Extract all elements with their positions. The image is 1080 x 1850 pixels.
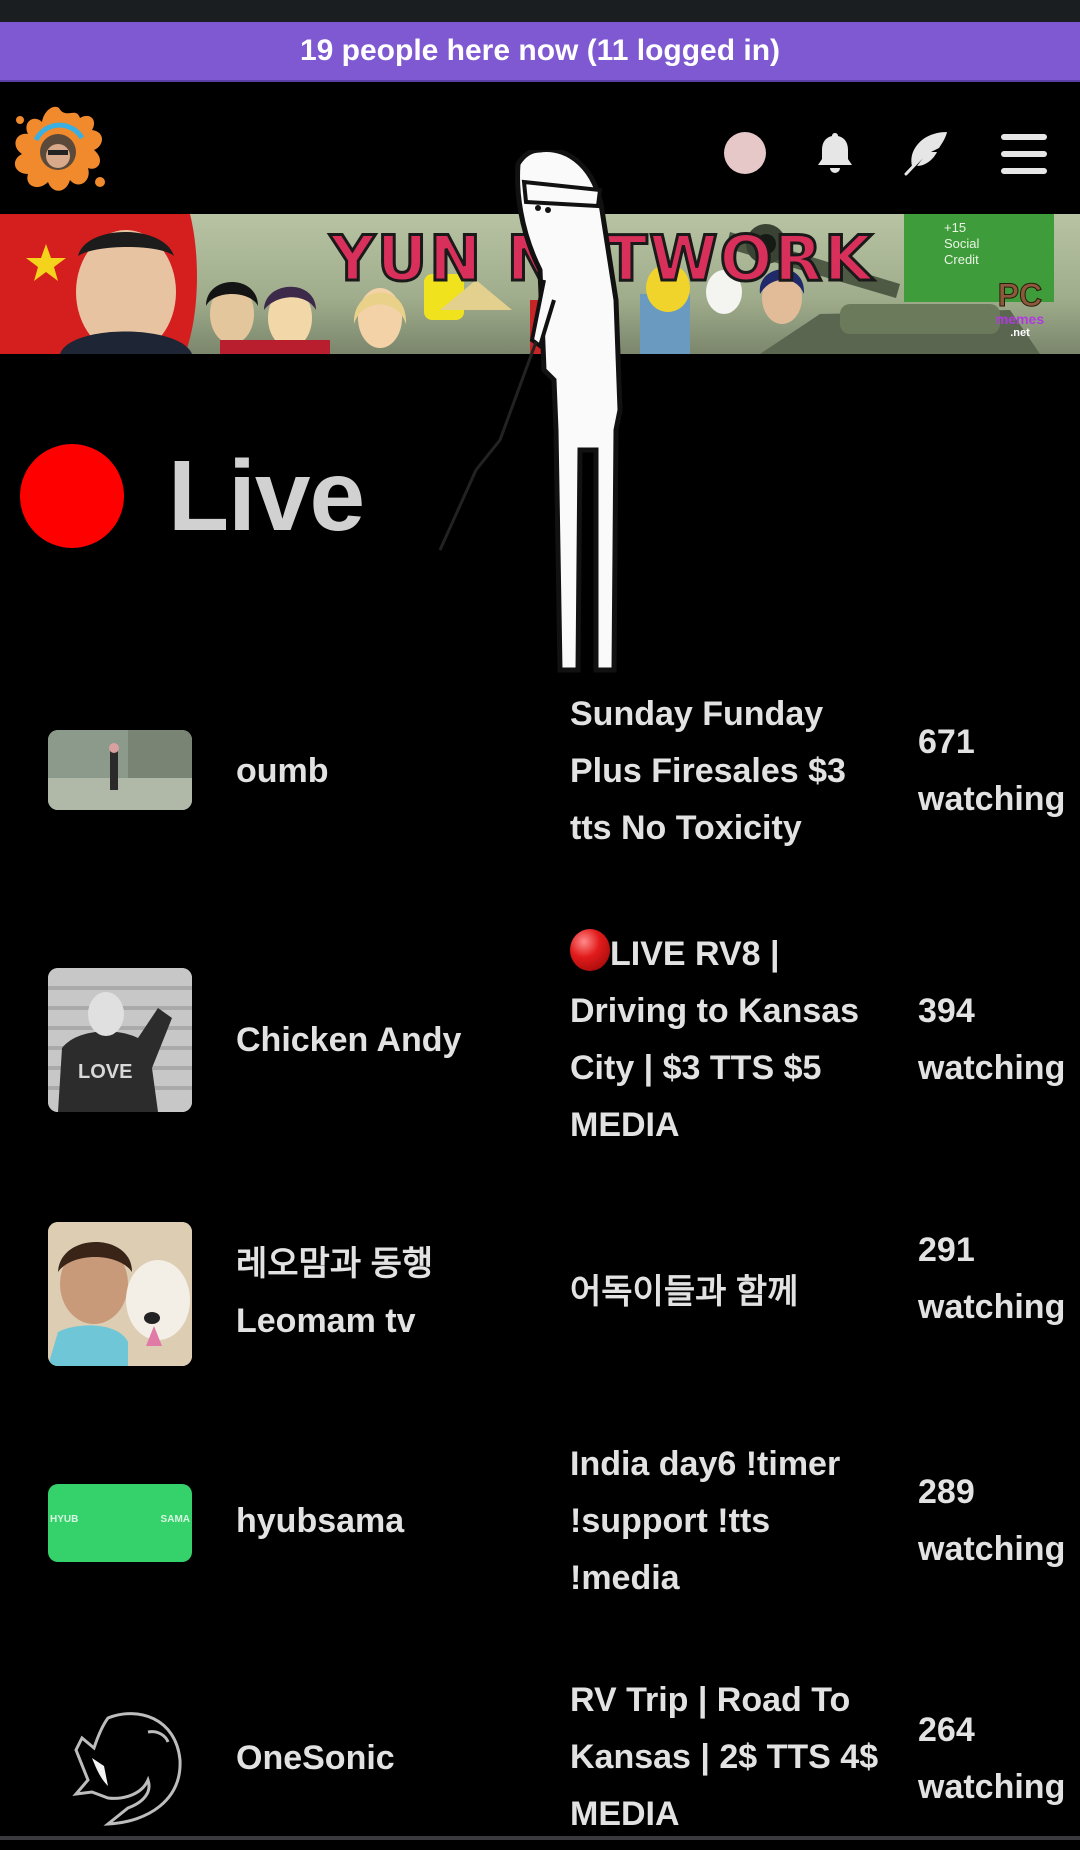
viewer-label: watching [918, 1288, 1066, 1326]
notifications-button[interactable] [810, 128, 860, 178]
credit-line: Social [944, 236, 980, 251]
banner-title: YUN NETWORK [328, 221, 875, 297]
channel-name[interactable]: Chicken Andy [236, 1012, 496, 1069]
thumbnail-text-left: HYUB [50, 1514, 79, 1525]
stream-title[interactable]: Sunday Funday Plus Firesales $3 tts No T… [570, 686, 880, 857]
stream-thumbnail: LOVE [48, 968, 192, 1112]
system-status-strip [0, 0, 1080, 22]
stream-title[interactable]: RV Trip | Road To Kansas | 2$ TTS 4$ MED… [570, 1672, 880, 1836]
viewer-count: 291 watching [918, 1222, 1080, 1336]
viewer-label: watching [918, 780, 1066, 818]
viewer-count: 394 watching [918, 983, 1080, 1097]
live-section-header: Live [20, 440, 365, 552]
viewer-number: 264 [918, 1711, 975, 1749]
svg-text:LOVE: LOVE [78, 1061, 132, 1083]
presence-text: 19 people here now (11 logged in) [299, 34, 781, 67]
hamburger-menu-icon [1001, 134, 1047, 174]
channel-banner[interactable]: YUN NETWORK +15 Social Credit PC memes .… [0, 214, 1080, 354]
viewer-number: 289 [918, 1473, 975, 1511]
sonic-logo-icon [72, 1712, 182, 1826]
stream-title-text: LIVE RV8 | Driving to Kansas City | $3 T… [570, 935, 860, 1144]
stream-thumbnail [48, 1696, 192, 1836]
viewer-label: watching [918, 1768, 1066, 1806]
stream-row-hyubsama[interactable]: HYUB SAMA hyubsama India day6 !timer !su… [0, 1436, 1080, 1608]
stream-thumbnail [48, 1222, 192, 1366]
credit-line: Credit [944, 252, 979, 267]
bell-icon [818, 133, 852, 173]
stream-row-oumb[interactable]: oumb Sunday Funday Plus Firesales $3 tts… [0, 686, 1080, 858]
stream-title[interactable]: LIVE RV8 | Driving to Kansas City | $3 T… [570, 926, 880, 1154]
channel-name[interactable]: oumb [236, 743, 496, 800]
stream-thumbnail [48, 730, 192, 810]
pcmemes-badge: PC memes .net [990, 278, 1050, 348]
thumbnail-text-right: SAMA [160, 1514, 190, 1525]
viewer-number: 671 [918, 723, 975, 761]
channel-name[interactable]: OneSonic [236, 1730, 496, 1787]
bottom-strip [0, 1840, 1080, 1850]
thumbnail-image [48, 730, 192, 810]
viewer-number: 291 [918, 1231, 975, 1269]
viewer-count: 671 watching [918, 714, 1080, 828]
compose-post-button[interactable] [898, 128, 954, 178]
viewer-label: watching [918, 1530, 1066, 1568]
stream-row-onesonic[interactable]: OneSonic RV Trip | Road To Kansas | 2$ T… [0, 1676, 1080, 1836]
site-logo[interactable] [6, 100, 112, 200]
badge-line: memes [995, 311, 1045, 327]
viewer-count: 289 watching [918, 1464, 1080, 1578]
viewer-number: 394 [918, 992, 975, 1030]
live-indicator-icon [20, 444, 124, 548]
user-avatar-button[interactable] [724, 132, 766, 174]
stream-thumbnail: HYUB SAMA [48, 1484, 192, 1562]
live-heading: Live [168, 439, 365, 552]
red-circle-emoji-icon [570, 929, 610, 971]
quill-icon [904, 132, 947, 176]
badge-line: PC [997, 277, 1043, 313]
stream-row-leomam-tv[interactable]: 레오맘과 동행 Leomam tv 어독이들과 함께 291 watching [0, 1222, 1080, 1366]
viewer-label: watching [918, 1049, 1066, 1087]
stream-title[interactable]: 어독이들과 함께 [570, 1264, 880, 1321]
credit-line: +15 [944, 220, 967, 235]
stream-title[interactable]: India day6 !timer !support !tts !media [570, 1436, 880, 1607]
splash-logo-icon [14, 106, 105, 191]
channel-name[interactable]: 레오맘과 동행 Leomam tv [236, 1236, 496, 1350]
thumbnail-image: LOVE [48, 968, 192, 1112]
badge-line: .net [1010, 327, 1030, 339]
channel-name[interactable]: hyubsama [236, 1493, 496, 1550]
stream-row-chicken-andy[interactable]: LOVE Chicken Andy LIVE RV8 | Driving to … [0, 926, 1080, 1154]
main-menu-button[interactable] [996, 130, 1052, 178]
viewer-count: 264 watching [918, 1702, 1080, 1816]
presence-banner: 19 people here now (11 logged in) [0, 22, 1080, 82]
thumbnail-image [48, 1222, 192, 1366]
